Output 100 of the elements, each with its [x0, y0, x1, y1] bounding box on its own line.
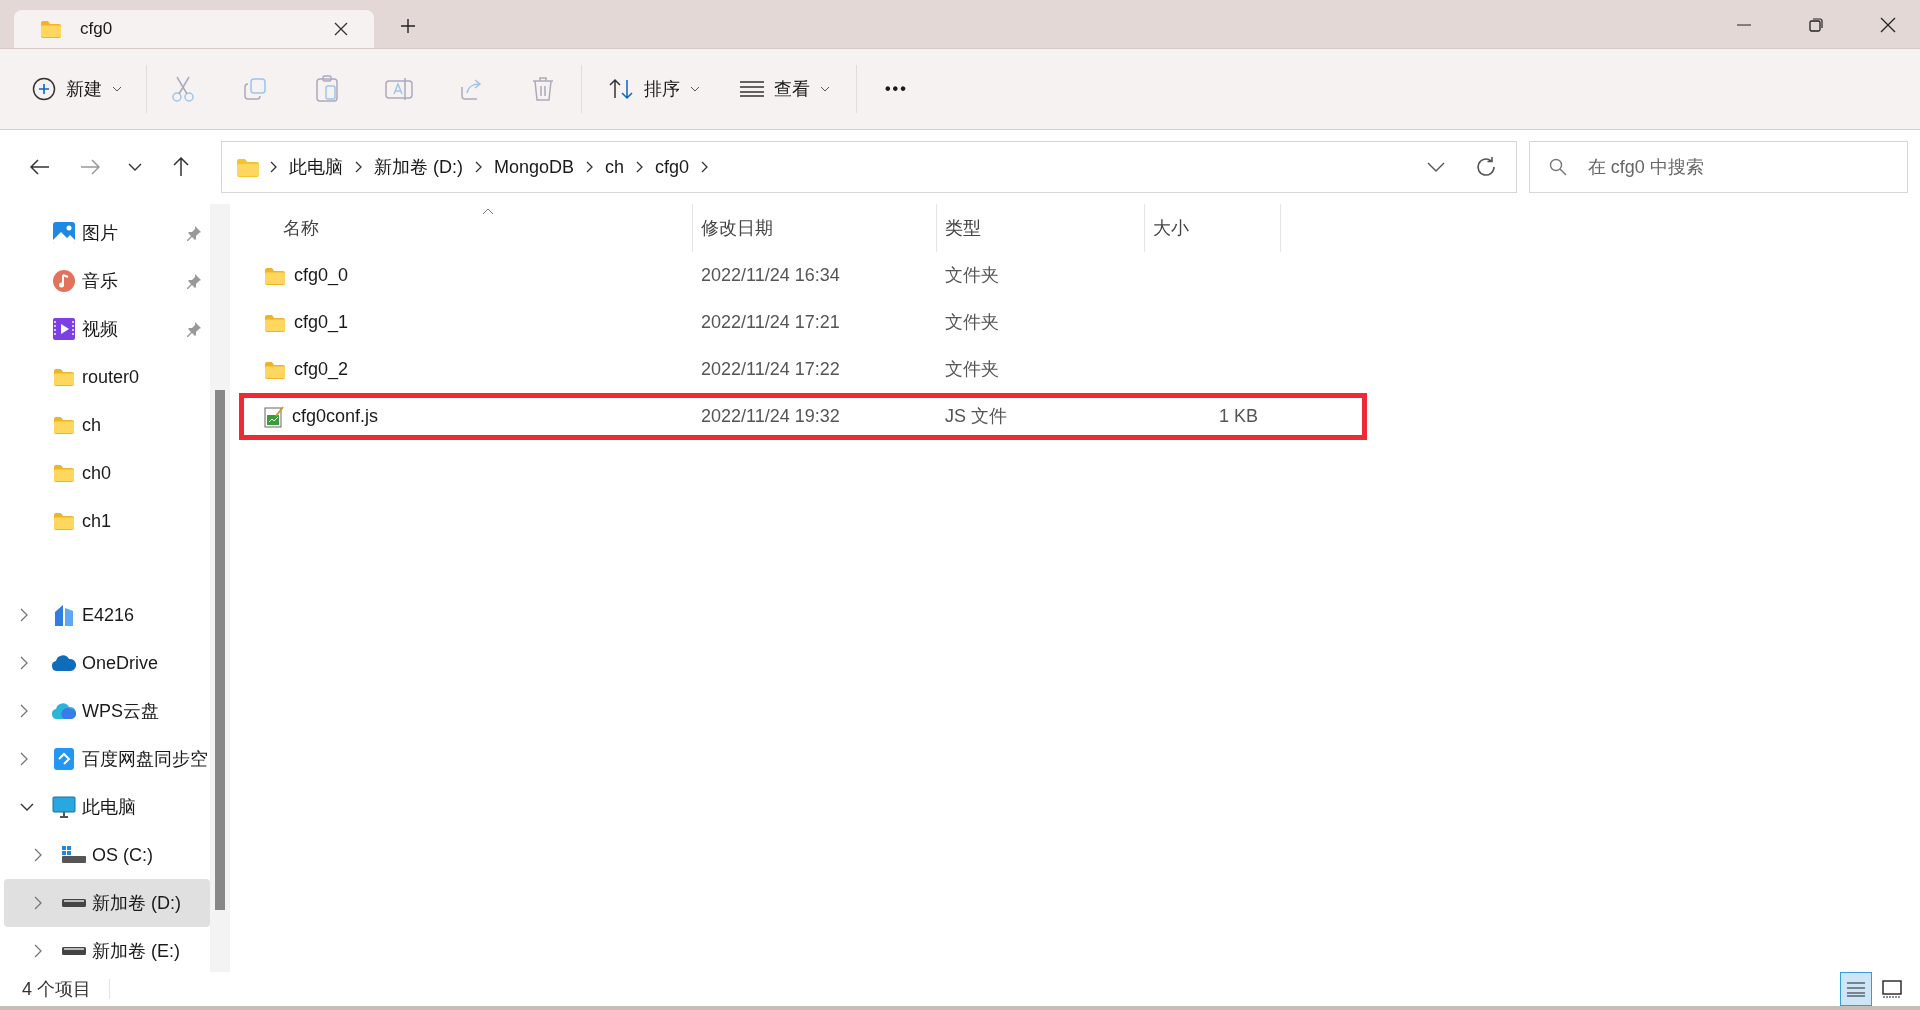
sidebar-item[interactable]: 音乐: [4, 257, 210, 305]
trash-icon: [532, 76, 554, 102]
sidebar-item[interactable]: 新加卷 (D:): [4, 879, 210, 927]
chevron-right-icon[interactable]: [20, 704, 28, 718]
view-button[interactable]: 查看: [736, 67, 834, 111]
column-header[interactable]: 修改日期: [693, 204, 937, 252]
file-type: 文件夹: [945, 312, 999, 332]
chevron-right-icon[interactable]: [34, 944, 42, 958]
breadcrumb[interactable]: 此电脑: [286, 153, 345, 181]
sidebar-item[interactable]: 此电脑: [4, 783, 210, 831]
share-icon: [458, 77, 484, 101]
building-icon: [54, 604, 74, 626]
chevron-right-icon[interactable]: [20, 656, 28, 670]
sync-folder-icon: [54, 748, 74, 770]
caret-icon: [690, 86, 700, 92]
scissors-icon: [171, 75, 195, 103]
chevron-down-icon: [1426, 162, 1445, 172]
sidebar-item[interactable]: ch: [4, 401, 210, 449]
sidebar-label: E4216: [82, 603, 136, 627]
column-header[interactable]: 大小: [1145, 204, 1281, 252]
chevron-down-icon[interactable]: [20, 803, 34, 811]
folder-icon: [235, 157, 260, 177]
back-arrow-icon: [29, 159, 50, 175]
item-count: 4 个项目: [22, 977, 91, 1001]
breadcrumb[interactable]: cfg0: [653, 153, 691, 181]
sidebar-item[interactable]: router0: [4, 353, 210, 401]
sidebar-item[interactable]: ch0: [4, 449, 210, 497]
copy-icon: [243, 77, 267, 101]
script-file-icon: [264, 405, 284, 428]
column-header[interactable]: 类型: [937, 204, 1145, 252]
video-icon: [53, 318, 75, 340]
chevron-right-icon[interactable]: [20, 752, 28, 766]
sidebar-label: ch1: [82, 509, 113, 533]
sort-icon: [608, 78, 634, 100]
pin-icon[interactable]: [186, 225, 202, 241]
details-view-button[interactable]: [1840, 972, 1872, 1006]
tab[interactable]: cfg0: [14, 10, 374, 48]
file-name: cfg0conf.js: [292, 405, 379, 428]
sidebar-label: 视频: [82, 317, 119, 341]
file-name: cfg0_2: [294, 358, 349, 382]
forward-arrow-icon: [79, 159, 100, 175]
pin-icon[interactable]: [186, 321, 202, 337]
breadcrumb[interactable]: ch: [602, 153, 626, 181]
date-modified: 2022/11/24 17:22: [701, 359, 840, 379]
sidebar-label: 此电脑: [82, 795, 137, 819]
search-field[interactable]: 在 cfg0 中搜索: [1528, 141, 1908, 193]
music-note-icon: [53, 270, 75, 292]
sort-button[interactable]: 排序: [604, 67, 704, 111]
drive-icon: [62, 947, 86, 955]
scrollbar-thumb[interactable]: [215, 390, 225, 910]
chevron-right-icon: [701, 161, 708, 173]
chevron-right-icon[interactable]: [20, 608, 28, 622]
system-drive-icon: [62, 846, 86, 864]
pin-icon[interactable]: [186, 273, 202, 289]
breadcrumb[interactable]: MongoDB: [491, 153, 576, 181]
folder-icon: [264, 360, 286, 379]
tab-title: cfg0: [80, 18, 114, 41]
more-button[interactable]: •••: [879, 67, 914, 111]
folder-icon: [264, 313, 286, 332]
address-bar[interactable]: 此电脑 新加卷 (D:) MongoDB ch cfg0: [220, 141, 1517, 193]
sidebar-item[interactable]: 图片: [4, 209, 210, 257]
file-row[interactable]: cfg0_0 2022/11/24 16:34 文件夹: [239, 252, 1367, 299]
sidebar-item[interactable]: E4216: [4, 591, 210, 639]
sidebar-item[interactable]: 百度网盘同步空: [4, 735, 210, 783]
chevron-right-icon: [354, 161, 362, 173]
chevron-right-icon[interactable]: [34, 896, 42, 910]
folder-icon: [53, 368, 75, 386]
column-header[interactable]: 名称: [239, 204, 693, 252]
new-button[interactable]: 新建: [28, 67, 126, 111]
sort-ascending-icon: [482, 208, 494, 215]
close-icon: [1880, 16, 1896, 33]
file-row[interactable]: cfg0_2 2022/11/24 17:22 文件夹: [239, 346, 1367, 393]
chevron-right-icon: [474, 161, 482, 173]
refresh-icon: [1474, 156, 1497, 178]
sidebar-item[interactable]: 视频: [4, 305, 210, 353]
close-icon[interactable]: [334, 22, 348, 36]
sidebar-label: 新加卷 (E:): [92, 939, 181, 963]
breadcrumb[interactable]: 新加卷 (D:): [371, 153, 465, 181]
sidebar-item[interactable]: OneDrive: [4, 639, 210, 687]
sidebar-label: WPS云盘: [82, 699, 160, 723]
details-view-icon: [1847, 981, 1865, 997]
sidebar-item[interactable]: 新加卷 (E:): [4, 927, 210, 975]
file-name: cfg0_0: [294, 264, 349, 288]
file-type: 文件夹: [945, 359, 999, 379]
chevron-right-icon[interactable]: [34, 848, 42, 862]
sidebar-item[interactable]: ch1: [4, 497, 210, 545]
folder-icon: [53, 512, 75, 530]
picture-icon: [53, 222, 75, 244]
file-row[interactable]: cfg0_1 2022/11/24 17:21 文件夹: [239, 299, 1367, 346]
sidebar-item[interactable]: WPS云盘: [4, 687, 210, 735]
sidebar-label: OneDrive: [82, 651, 160, 675]
chevron-down-icon: [128, 163, 143, 171]
up-arrow-icon: [173, 157, 190, 177]
folder-icon: [53, 464, 75, 482]
drive-icon: [62, 899, 86, 907]
monitor-icon: [52, 796, 76, 818]
sidebar-item[interactable]: OS (C:): [4, 831, 210, 879]
file-row[interactable]: cfg0conf.js 2022/11/24 19:32 JS 文件 1 KB: [239, 393, 1367, 440]
sidebar-label: ch: [82, 413, 102, 437]
plus-circle-icon: [32, 77, 56, 101]
